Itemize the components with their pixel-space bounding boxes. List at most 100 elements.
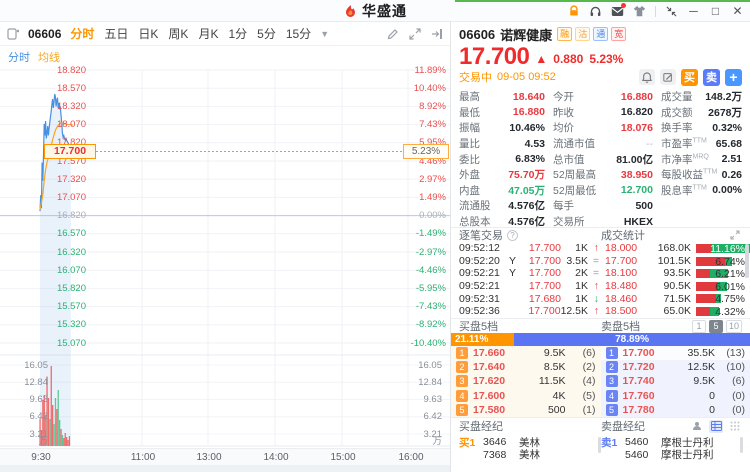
depth-level-1[interactable]: 1 [691,319,706,333]
draw-icon[interactable] [387,28,399,40]
current-pct-tag: 5.23% [403,144,449,159]
person-icon[interactable] [690,420,704,433]
depth-row[interactable]: 2 17.640 8.5K (2) [451,360,601,374]
stat-label-sup: MRQ [692,153,709,161]
sell-button[interactable]: 卖 [703,68,720,86]
panel-scrollbar[interactable] [745,244,749,278]
stat-row: 成交额 2678万 [661,105,742,121]
grid-dots-icon[interactable] [728,420,742,433]
stat-value: 16.880 [512,106,545,119]
stat-label-sup: TTM [692,137,707,145]
bid-depth-title: 买盘5档 [459,321,499,333]
price-axis-label: 15.070 [56,337,86,349]
titlebar-icons: ─ □ ✕ [567,0,744,22]
ask-levels: 1 17.700 35.5K (13) 2 17.720 12.5K (10) 3 17.740 9… [600,346,750,417]
depth-row[interactable]: 1 17.700 35.5K (13) [600,346,750,361]
period-tab[interactable]: 日K [138,25,158,42]
depth-orders: (0) [732,389,745,402]
price-axis-label: 18.570 [56,82,86,94]
stat-value: 4.576亿 [508,200,545,213]
depth-row[interactable]: 3 17.620 11.5K (4) [451,374,601,388]
broker-tag: 买1 [459,436,476,449]
stat-row: 成交量 148.2万 [661,89,742,105]
status-row: 交易中 09-05 09:52 买 卖 + [451,68,750,86]
trade-stat-row: 18.480 90.5K 6.01% [605,280,746,293]
restore-icon[interactable] [665,5,678,18]
stat-row: 内盘 47.05万 [459,183,545,199]
stat-row: 流通股 4.576亿 [459,198,545,214]
period-tab[interactable]: 周K [168,25,188,42]
depth-level-badge: 3 [605,375,618,388]
period-tab[interactable]: 1分 [228,25,247,42]
period-tab[interactable]: 5分 [257,25,276,42]
flame-logo-icon [346,4,355,17]
broker-scrollbar[interactable] [740,437,743,453]
depth-row[interactable]: 5 17.580 500 (1) [451,403,601,417]
lock-icon[interactable] [567,5,580,18]
pct-axis-label: 11.89% [414,64,446,76]
stat-row: 流通市值 -- [553,136,653,152]
headset-icon[interactable] [589,5,602,18]
period-tab[interactable]: 15分 [286,25,311,42]
buy-button[interactable]: 买 [681,68,698,86]
depth-volume: 4K [552,389,566,402]
stat-label: 52周最高 [553,169,597,182]
depth-level-badge: 5 [605,403,618,416]
depth-row[interactable]: 3 17.740 9.5K (6) [601,374,750,388]
help-icon[interactable]: ? [507,229,518,241]
close-icon[interactable]: ✕ [731,5,744,18]
depth-row[interactable]: 4 17.600 4K (5) [451,389,601,403]
tick-direction-icon: ↑ [593,305,599,318]
time-axis-label: 13:00 [196,452,222,463]
legend-avgline[interactable]: 均线 [38,49,60,65]
stat-label: 市净率MRQ [661,153,709,166]
depth-row[interactable]: 1 17.660 9.5K (6) [451,346,601,360]
minimize-icon[interactable]: ─ [687,5,700,18]
edit-icon[interactable] [660,69,676,85]
depth-price: 17.600 [473,389,506,402]
fullscreen-icon[interactable] [409,27,421,40]
stock-tab-icon[interactable] [7,27,19,40]
collapse-panel-icon[interactable] [431,28,443,40]
pct-axis-label: 1.49% [419,191,446,203]
period-tab[interactable]: 月K [198,25,218,42]
expand-icon[interactable] [730,230,740,240]
period-tab[interactable]: 五日 [104,25,128,42]
depth-level-badge: 5 [456,403,468,416]
tick-trades-list: 09:52:12 17.700 1K ↑ 09:52:20 Y 17.700 3.5K = 09:… [459,242,599,318]
stat-value: 75.70万 [508,169,545,182]
tick-time: 09:52:21 [459,280,500,293]
depth-row[interactable]: 4 17.760 0 (0) [601,389,750,403]
alert-icon[interactable] [639,69,655,85]
huasheng-app-window: { "titlebar": { "app": "华盛通", "icons": [… [0,0,750,472]
stat-label: 股息率TTM [661,184,707,197]
pct-axis-label: 8.92% [419,100,446,112]
depth-orders: (2) [582,361,596,374]
maximize-icon[interactable]: □ [709,5,722,18]
tick-price: 17.700 [528,267,561,280]
legend-timeline[interactable]: 分时 [8,49,30,65]
quote-panel: 06606 诺辉健康 融沽通宽 17.700 ▲ 0.880 5.23% 交易中… [450,22,750,472]
pct-axis-label: -4.46% [415,264,446,276]
tick-direction-icon: ↑ [593,242,599,255]
theme-icon[interactable] [633,5,646,18]
chevron-down-icon[interactable]: ▼ [320,29,329,39]
mail-icon[interactable] [611,2,626,18]
stat-label: 成交额 [661,106,693,119]
stat-row: 均价 18.076 [553,120,653,136]
depth-level-5[interactable]: 5 [708,319,723,333]
depth-row[interactable]: 2 17.720 12.5K (10) [601,360,750,374]
intraday-chart[interactable]: 分时 均线 17.700 5.23% 18.820 18.570 18.320 18.… [0,46,450,472]
period-tab[interactable]: 分时 [70,25,94,42]
symbol-tab[interactable]: 06606 [28,27,61,41]
tick-time: 09:52:36 [459,305,500,318]
stat-value: 81.00亿 [616,153,653,166]
table-icon[interactable] [709,419,723,433]
tick-row: 09:52:21 17.700 1K ↑ [459,280,599,293]
tick-volume: 3.5K [566,254,588,267]
add-watchlist-button[interactable]: + [725,68,742,86]
main-area: 06606 分时 五日 日K 周K 月K 1分 5分 15分 ▼ 分时 均线 17.700 5… [0,22,750,472]
depth-orders: (0) [732,403,745,416]
depth-row[interactable]: 5 17.780 0 (0) [601,403,750,417]
depth-level-10[interactable]: 10 [725,319,742,333]
